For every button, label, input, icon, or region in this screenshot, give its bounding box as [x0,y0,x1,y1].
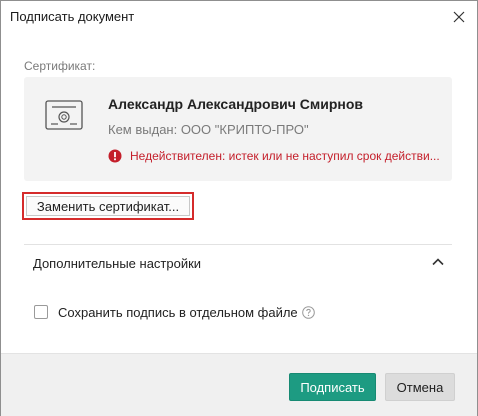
advanced-settings-toggle[interactable]: Дополнительные настройки [24,246,452,280]
certificate-owner-name: Александр Александрович Смирнов [108,96,364,112]
save-separate-option: Сохранить подпись в отдельном файле [34,304,315,320]
certificate-error-status: Недействителен: истек или не наступил ср… [108,148,440,164]
replace-certificate-button-highlight: Заменить сертификат... [22,192,194,220]
error-icon [108,149,122,163]
divider [24,244,452,245]
save-separate-checkbox[interactable] [34,305,48,319]
sign-document-dialog: Подписать документ Сертификат: Александр… [0,0,478,416]
certificate-error-text: Недействителен: истек или не наступил ср… [130,149,440,163]
cancel-button[interactable]: Отмена [385,373,455,401]
certificate-issuer: Кем выдан: ООО "КРИПТО-ПРО" [108,122,309,137]
chevron-up-icon [432,258,444,266]
help-icon[interactable] [301,305,315,319]
close-button[interactable] [445,3,473,31]
certificate-card: Александр Александрович Смирнов Кем выда… [24,77,452,181]
certificate-section-label: Сертификат: [24,59,96,73]
save-separate-label[interactable]: Сохранить подпись в отдельном файле [58,305,298,320]
close-icon [453,11,465,23]
title-bar: Подписать документ [1,1,477,33]
dialog-title: Подписать документ [10,9,135,24]
sign-button[interactable]: Подписать [289,373,376,401]
replace-certificate-button[interactable]: Заменить сертификат... [26,196,190,216]
certificate-icon [45,100,83,130]
dialog-footer: Подписать Отмена [1,353,477,416]
advanced-settings-label: Дополнительные настройки [33,256,202,271]
